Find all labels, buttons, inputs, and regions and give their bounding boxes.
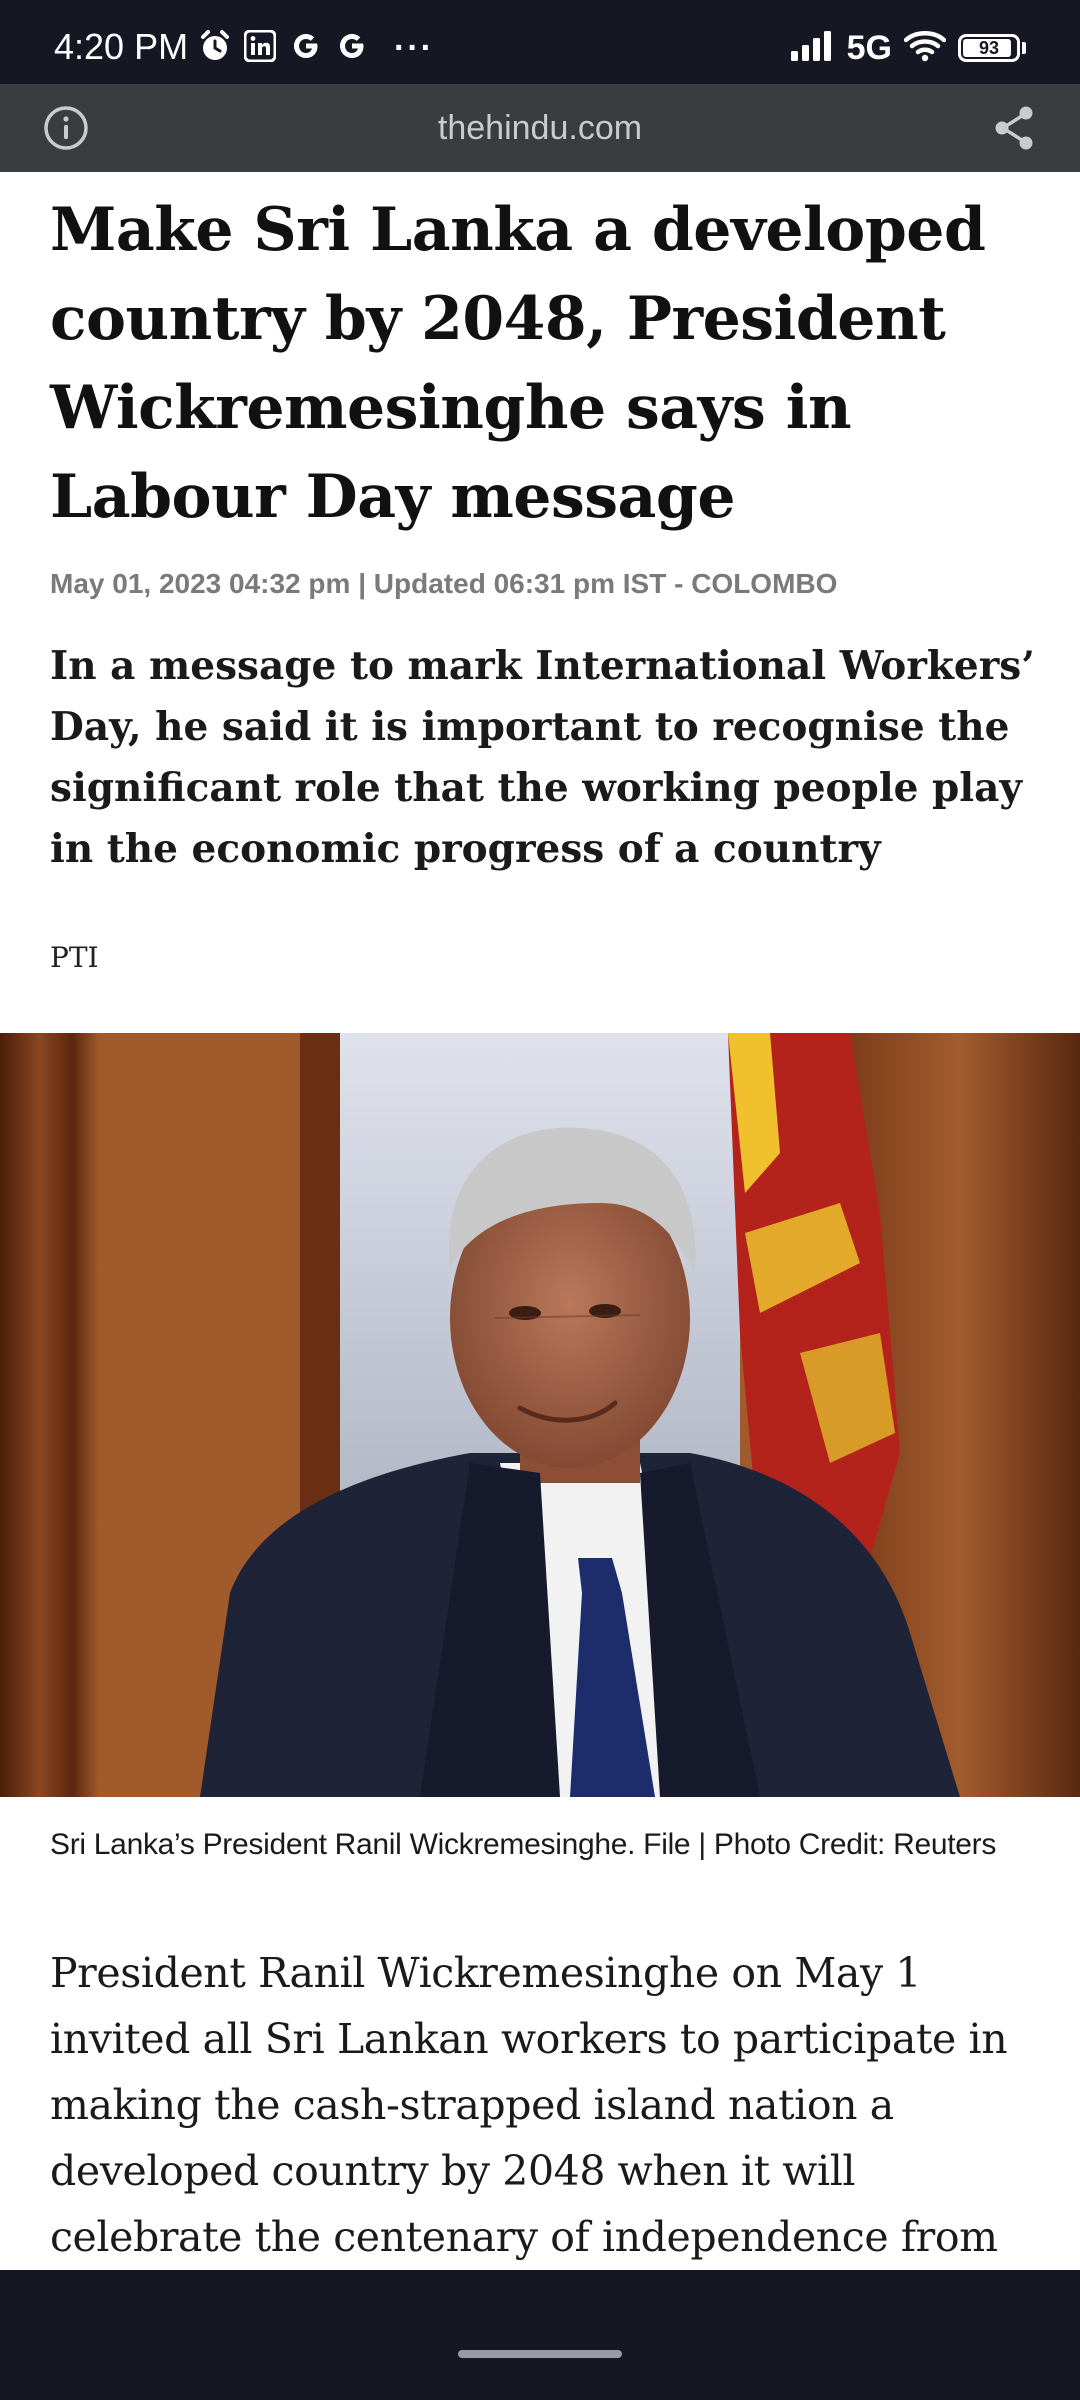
photo-caption: Sri Lanka’s President Ranil Wickremesing… bbox=[50, 1828, 997, 1861]
article-byline[interactable]: PTI bbox=[50, 938, 99, 978]
google-icon bbox=[290, 30, 322, 67]
linkedin-icon bbox=[243, 29, 277, 67]
battery-level: 93 bbox=[978, 37, 1000, 58]
wifi-icon bbox=[903, 30, 947, 67]
battery-body: 93 bbox=[958, 34, 1020, 62]
alarm-icon bbox=[200, 29, 230, 68]
notification-icons: ··· bbox=[200, 28, 434, 68]
battery-tip bbox=[1022, 42, 1026, 54]
more-notifications-icon: ··· bbox=[394, 28, 434, 67]
article-dateline: May 01, 2023 04:32 pm | Updated 06:31 pm… bbox=[50, 568, 838, 599]
system-icons: 5G 93 bbox=[790, 28, 1026, 68]
network-type: 5G bbox=[846, 29, 892, 67]
share-button[interactable] bbox=[988, 102, 1040, 154]
url-text[interactable]: thehindu.com bbox=[0, 106, 1080, 150]
google-icon bbox=[336, 30, 368, 67]
battery-icon: 93 bbox=[958, 34, 1026, 62]
home-gesture-handle[interactable] bbox=[458, 2350, 622, 2358]
article-summary: In a message to mark International Worke… bbox=[50, 643, 1035, 872]
article-headline: Make Sri Lanka a developed country by 20… bbox=[50, 195, 986, 532]
president-photo-image bbox=[0, 1033, 1080, 1797]
signal-icon bbox=[790, 30, 835, 66]
system-navigation-bar bbox=[0, 2270, 1080, 2400]
share-icon bbox=[995, 106, 1033, 150]
status-time: 4:20 PM bbox=[54, 26, 189, 67]
article-photo[interactable] bbox=[0, 1033, 1080, 1797]
status-bar: 4:20 PM ··· 5G 93 bbox=[0, 0, 1080, 84]
browser-url-bar: thehindu.com bbox=[0, 84, 1080, 172]
